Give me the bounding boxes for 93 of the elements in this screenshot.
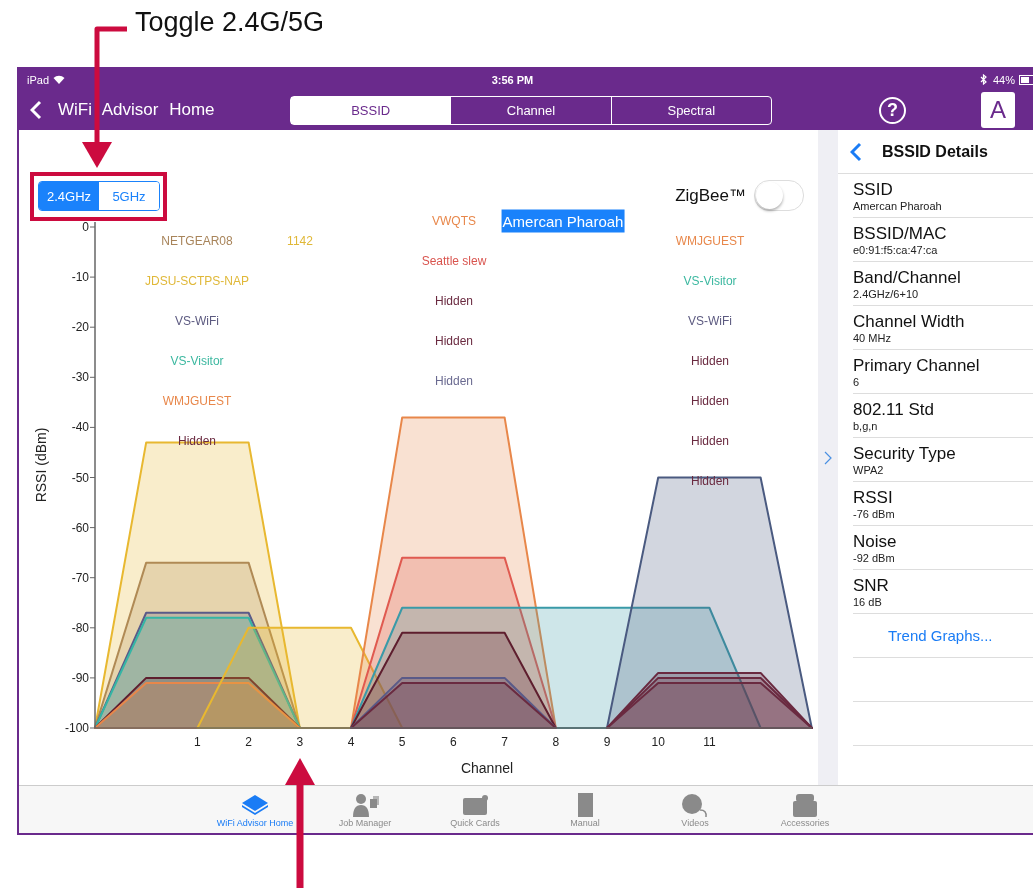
x-tick-label: 10 bbox=[651, 735, 665, 749]
signal-area[interactable] bbox=[350, 631, 557, 729]
ssid-label[interactable]: VS-Visitor bbox=[170, 353, 224, 369]
detail-value: WPA2 bbox=[853, 463, 885, 476]
x-tick-label: 7 bbox=[501, 735, 508, 749]
signal-area[interactable] bbox=[606, 476, 813, 729]
detail-label: Band/Channel bbox=[853, 267, 962, 288]
view-tab[interactable]: Channel bbox=[450, 96, 611, 124]
x-tick-label: 8 bbox=[552, 735, 560, 749]
trend-graphs-link[interactable]: Trend Graphs... bbox=[888, 627, 993, 644]
x-tick-label: 5 bbox=[398, 735, 406, 749]
back-label[interactable]: WiFi Advisor Home bbox=[58, 100, 215, 120]
detail-value: b,g,n bbox=[853, 419, 879, 432]
detail-value: -76 dBm bbox=[853, 507, 896, 520]
detail-label: Primary Channel bbox=[853, 355, 981, 376]
x-tick-label: 3 bbox=[296, 735, 304, 749]
x-tick-label: 9 bbox=[603, 735, 611, 749]
tab-bar-item[interactable]: Quick Cards bbox=[420, 786, 530, 833]
ssid-label[interactable]: WMJGUEST bbox=[675, 233, 745, 249]
y-tick-label: -80 bbox=[71, 620, 89, 635]
tab-bar-item[interactable]: Job Manager bbox=[310, 786, 420, 833]
carrier-label: iPad bbox=[27, 73, 50, 86]
back-link[interactable]: WiFi Advisor Home bbox=[19, 100, 290, 120]
detail-label: Channel Width bbox=[853, 311, 966, 332]
ssid-label[interactable]: Hidden bbox=[691, 393, 729, 409]
case-icon bbox=[790, 791, 820, 818]
ssid-label[interactable]: Hidden bbox=[435, 293, 473, 309]
battery-percent: 44% bbox=[992, 73, 1015, 86]
tab-bar-item[interactable]: Manual bbox=[530, 786, 640, 833]
y-tick-label: -20 bbox=[71, 320, 89, 335]
detail-label: SNR bbox=[853, 575, 890, 596]
tab-bar-item[interactable]: Videos bbox=[640, 786, 750, 833]
zigbee-switch[interactable] bbox=[754, 180, 804, 211]
ssid-label[interactable]: Seattle slew bbox=[421, 253, 487, 269]
y-tick-label: -70 bbox=[71, 570, 89, 585]
ssid-label[interactable]: Hidden bbox=[691, 433, 729, 449]
y-tick-label: -30 bbox=[71, 370, 89, 385]
x-tick-label: 1 bbox=[194, 735, 201, 749]
ssid-label[interactable]: NETGEAR08 bbox=[161, 233, 233, 249]
y-tick-label: -40 bbox=[71, 420, 89, 435]
detail-value: Amercan Pharoah bbox=[853, 199, 943, 212]
zigbee-label: ZigBee™ bbox=[675, 185, 746, 206]
x-tick-label: 6 bbox=[450, 735, 457, 749]
detail-value: 2.4GHz/6+10 bbox=[853, 287, 920, 300]
ssid-label[interactable]: VS-WiFi bbox=[175, 313, 219, 329]
status-time: 3:56 PM bbox=[490, 73, 535, 86]
ssid-label[interactable]: VWQTS bbox=[432, 213, 476, 229]
y-tick-label: -60 bbox=[71, 520, 89, 535]
view-tab[interactable]: Spectral bbox=[610, 96, 771, 124]
detail-label: Noise bbox=[853, 531, 898, 552]
x-tick-label: 11 bbox=[703, 735, 716, 749]
expand-chevron-icon[interactable] bbox=[824, 450, 832, 465]
back-chevron-icon[interactable] bbox=[850, 141, 862, 162]
y-tick-label: -100 bbox=[64, 721, 89, 735]
ssid-label[interactable]: WMJGUEST bbox=[162, 393, 232, 409]
tab-bar-item[interactable]: Accessories bbox=[750, 786, 860, 833]
person-icon bbox=[350, 791, 380, 818]
detail-label: Security Type bbox=[853, 443, 957, 464]
y-tick-label: -10 bbox=[71, 270, 89, 285]
ssid-label[interactable]: Hidden bbox=[691, 473, 729, 489]
detail-value: -92 dBm bbox=[853, 551, 896, 564]
detail-label: BSSID/MAC bbox=[853, 223, 948, 244]
detail-label: 802.11 Std bbox=[853, 399, 935, 420]
detail-label: SSID bbox=[853, 179, 894, 200]
ssid-label[interactable]: Hidden bbox=[435, 373, 473, 389]
detail-value: e0:91:f5:ca:47:ca bbox=[853, 243, 939, 256]
wifi-icon bbox=[53, 75, 66, 84]
panel-title: BSSID Details bbox=[882, 142, 988, 161]
ssid-label[interactable]: VS-Visitor bbox=[683, 273, 737, 289]
x-axis-title: Channel bbox=[460, 760, 514, 776]
detail-label: RSSI bbox=[853, 487, 894, 508]
help-button[interactable]: ? bbox=[879, 96, 906, 124]
y-tick-label: 0 bbox=[82, 220, 89, 234]
annotation-caption: Toggle 2.4G/5G bbox=[135, 7, 325, 38]
ssid-label[interactable]: Hidden bbox=[435, 333, 473, 349]
tab-bar-item[interactable]: WiFi Advisor Home bbox=[200, 786, 310, 833]
y-tick-label: -50 bbox=[71, 470, 89, 485]
bluetooth-icon bbox=[979, 74, 987, 85]
y-axis-title: RSSI (dBm) bbox=[33, 427, 49, 503]
ssid-label[interactable]: Amercan Pharoah bbox=[501, 209, 625, 233]
battery-icon bbox=[1019, 74, 1033, 85]
view-tab[interactable]: BSSID bbox=[291, 96, 451, 124]
detail-value: 6 bbox=[853, 375, 861, 388]
ssid-label[interactable]: VS-WiFi bbox=[688, 313, 732, 329]
app-icon[interactable]: A bbox=[981, 92, 1015, 128]
band-tab[interactable]: 2.4GHz bbox=[39, 182, 99, 210]
ssid-label[interactable]: Hidden bbox=[691, 353, 729, 369]
x-tick-label: 4 bbox=[347, 735, 355, 749]
detail-value: 16 dB bbox=[853, 595, 883, 608]
detail-value: 40 MHz bbox=[853, 331, 892, 344]
back-chevron-icon bbox=[30, 100, 42, 120]
y-tick-label: -90 bbox=[71, 670, 89, 685]
x-tick-label: 2 bbox=[245, 735, 252, 749]
